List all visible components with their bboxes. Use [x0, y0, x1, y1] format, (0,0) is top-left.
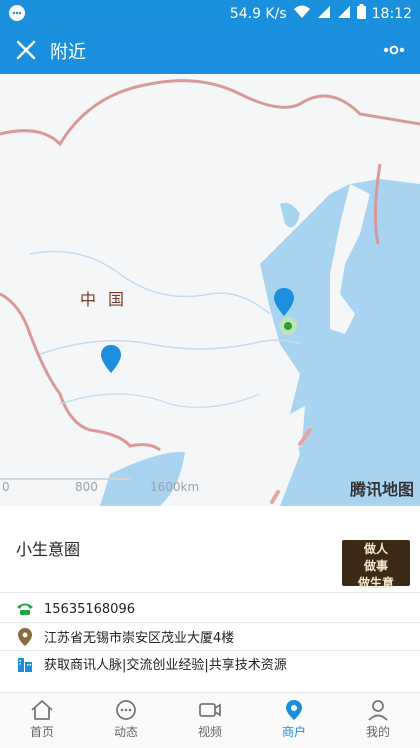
scale-bar [0, 478, 130, 480]
bottom-nav: 首页 动态 视频 商户 我的 [0, 692, 420, 748]
divider [0, 592, 420, 593]
close-icon[interactable] [12, 36, 40, 64]
battery-icon [356, 4, 366, 23]
chat-bubble-icon [116, 700, 136, 720]
shop-logo-line-1: 做人 [363, 542, 388, 556]
map-pin-icon [286, 700, 302, 720]
description-row: 获取商讯人脉|交流创业经验|共享技术资源 [16, 654, 287, 673]
scale-tick-1: 800 [75, 480, 98, 494]
more-options-icon[interactable] [380, 38, 408, 62]
network-speed: 54.9 K/s [229, 5, 287, 22]
map-provider-logo: 腾讯地图 [349, 480, 414, 499]
signal-icon [317, 5, 331, 23]
map-view[interactable]: 中国 0 800 1600km 腾讯地图 [0, 74, 420, 506]
tab-video-label: 视频 [197, 725, 222, 739]
map-graphic [0, 79, 420, 506]
address-row[interactable]: 江苏省无锡市崇安区茂业大厦4楼 [16, 627, 234, 646]
tab-me[interactable]: 我的 [336, 693, 420, 748]
tab-merchants[interactable]: 商户 [252, 693, 336, 748]
divider [0, 622, 420, 623]
clock: 18:12 [371, 5, 412, 22]
tab-video[interactable]: 视频 [168, 693, 252, 748]
home-icon [31, 700, 53, 720]
tab-moments[interactable]: 动态 [84, 693, 168, 748]
signal-icon-2 [337, 5, 351, 23]
video-camera-icon [199, 703, 221, 717]
app-bar: 附近 [0, 26, 420, 74]
country-label: 中国 [80, 290, 137, 309]
shop-address: 江苏省无锡市崇安区茂业大厦4楼 [44, 631, 235, 646]
status-bar: 54.9 K/s 18:12 [0, 0, 420, 26]
tab-me-label: 我的 [365, 725, 390, 739]
tab-merchants-label: 商户 [281, 725, 306, 739]
phone-icon [16, 600, 34, 618]
user-icon [368, 700, 388, 721]
shop-info-panel: 小生意圈 做人 做事 做生意 15635168096 江苏省无锡市崇安区茂业大厦… [0, 506, 420, 692]
wifi-icon [293, 5, 311, 23]
shop-description: 获取商讯人脉|交流创业经验|共享技术资源 [44, 658, 287, 673]
scale-tick-0: 0 [2, 480, 10, 494]
shop-logo-line-2: 做事 [363, 559, 388, 573]
scale-tick-2: 1600km [150, 480, 200, 494]
phone-number: 15635168096 [44, 601, 135, 617]
location-icon [16, 627, 34, 646]
building-icon [16, 655, 34, 673]
tab-moments-label: 动态 [113, 725, 138, 739]
shop-logo-line-3: 做生意 [357, 576, 394, 590]
tab-home-label: 首页 [29, 725, 54, 739]
shop-logo: 做人 做事 做生意 [342, 540, 410, 590]
chat-notification-icon [8, 4, 26, 26]
tab-home[interactable]: 首页 [0, 693, 84, 748]
page-title: 附近 [50, 42, 86, 63]
shop-name: 小生意圈 [16, 540, 81, 559]
divider [0, 650, 420, 651]
phone-row[interactable]: 15635168096 [16, 600, 135, 618]
